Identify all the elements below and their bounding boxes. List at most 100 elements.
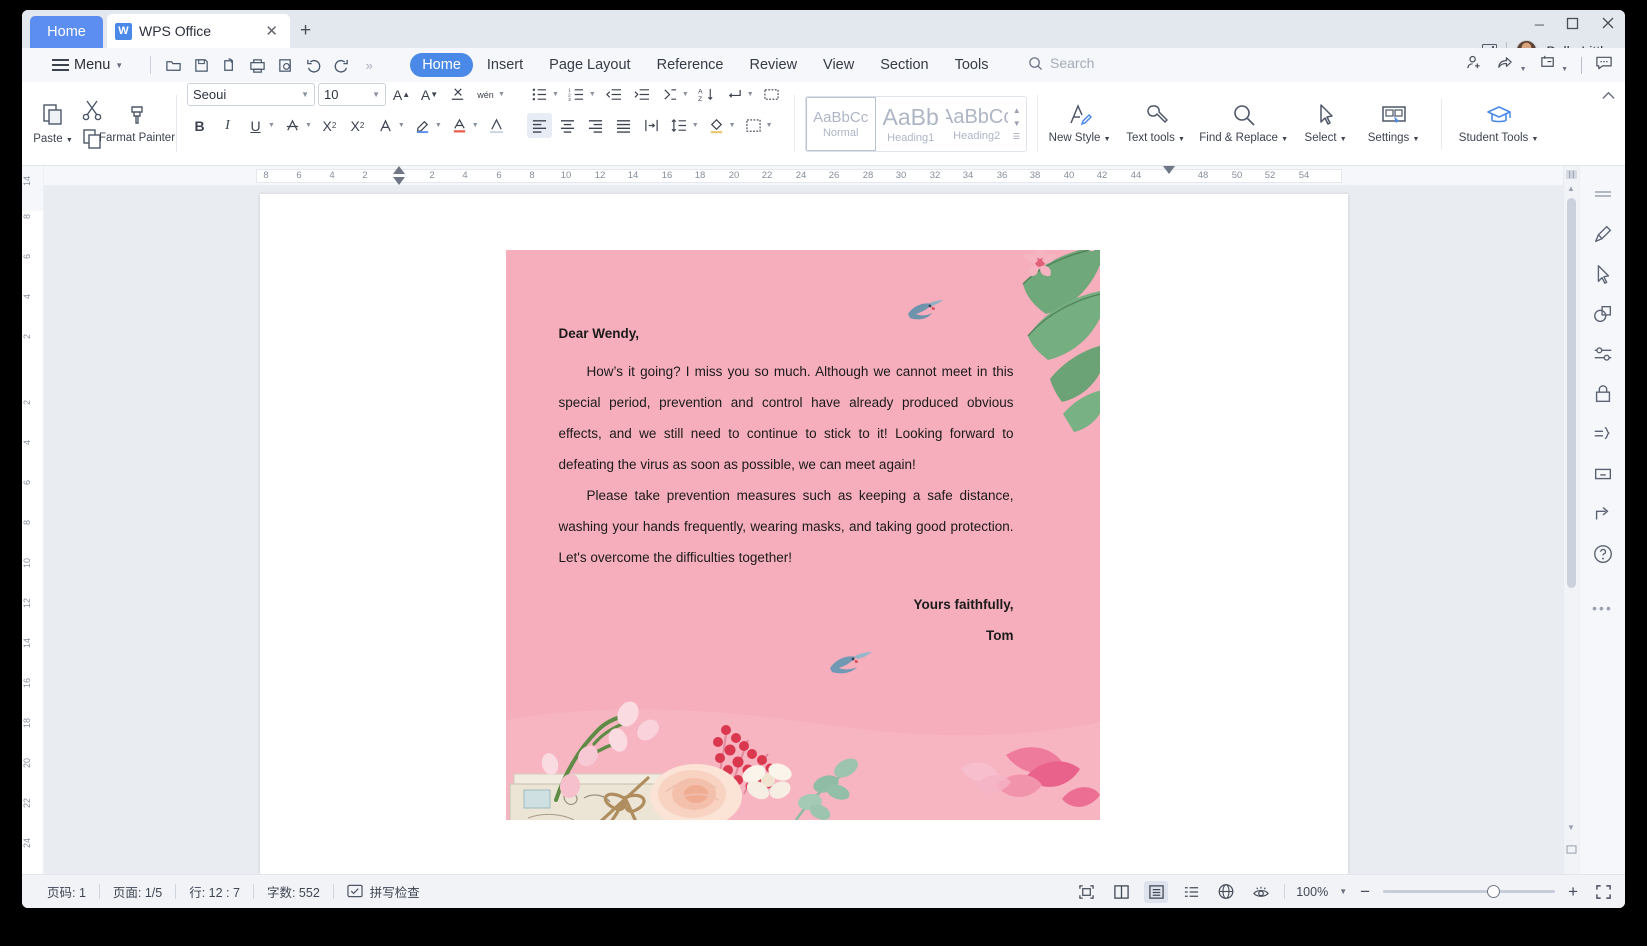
open-icon[interactable] [160,53,186,77]
tab-review[interactable]: Review [738,53,810,77]
sort-icon[interactable]: AZ [694,82,719,107]
tab-home[interactable]: Home [410,53,473,77]
new-style-button[interactable]: New Style ▼ [1049,101,1111,145]
search-box[interactable]: Search [1028,55,1094,71]
undo-icon[interactable] [300,53,326,77]
status-page-number[interactable]: 页码: 1 [34,882,99,901]
full-screen-icon[interactable] [1074,881,1098,903]
zoom-out-button[interactable]: − [1358,882,1372,902]
first-line-indent-marker[interactable] [393,166,405,174]
increase-font-size-icon[interactable]: A ▲ [389,82,414,107]
status-page-count[interactable]: 页面: 1/5 [100,882,175,901]
paste-button[interactable]: Paste ▼ [29,100,77,146]
shapes-icon[interactable] [1586,294,1620,334]
zoom-in-button[interactable]: + [1566,882,1580,902]
comment-icon[interactable] [1595,55,1613,76]
zoom-level-label[interactable]: 100% [1296,885,1328,899]
strikethrough-button[interactable] [280,113,305,138]
document-tab[interactable]: W WPS Office ✕ [107,14,290,48]
horizontal-ruler[interactable]: 8 6 4 2 2 4 6 8 10 12 14 16 18 20 22 24 … [44,166,1563,186]
increase-indent-icon[interactable] [629,82,654,107]
align-center-button[interactable] [555,113,580,138]
shading-button[interactable] [704,113,729,138]
tab-section[interactable]: Section [868,53,940,77]
collapse-ribbon-icon[interactable] [1600,90,1617,106]
status-spell-check[interactable]: 拼写检查 [334,882,433,901]
more-dots-icon[interactable]: ••• [1586,588,1620,628]
text-effects-button[interactable] [373,113,398,138]
cut-icon[interactable] [79,97,105,123]
new-tab-button[interactable]: + [290,20,321,48]
document-canvas[interactable]: Dear Wendy, How’s it going? I miss you s… [44,186,1563,874]
more-quick-icon[interactable]: » [356,53,382,77]
add-user-icon[interactable] [1466,54,1483,76]
italic-button[interactable]: I [215,113,240,138]
home-tab-button[interactable]: Home [30,16,103,48]
numbered-list-icon[interactable]: 123 [564,82,589,107]
share-arrow-icon[interactable] [1586,494,1620,534]
zoom-slider[interactable] [1383,885,1556,898]
menu-button[interactable]: Menu ▼ [52,57,123,73]
align-left-button[interactable] [526,113,552,138]
zoom-slider-knob[interactable] [1487,885,1501,898]
vertical-ruler[interactable]: 14 8 6 4 2 2 4 6 8 10 12 14 16 18 20 22 … [22,166,44,888]
expand-styles-icon[interactable]: ☰ [1013,132,1021,141]
scroll-page-icon[interactable] [1566,845,1577,856]
font-family-select[interactable]: Seoui ▼ [187,83,315,106]
style-normal[interactable]: AaBbCc Normal [805,96,876,151]
table-grid-icon[interactable] [759,82,784,107]
align-justify-button[interactable] [611,113,636,138]
letter-text[interactable]: Dear Wendy, How’s it going? I miss you s… [559,326,1014,651]
tab-reference[interactable]: Reference [645,53,736,77]
decrease-font-size-icon[interactable]: A ▼ [417,82,442,107]
minimize-icon[interactable]: ─ [1535,17,1544,32]
tab-tools[interactable]: Tools [943,53,1001,77]
close-tab-icon[interactable]: ✕ [261,22,282,41]
brace-icon[interactable] [1586,414,1620,454]
underline-button[interactable]: U [243,113,268,138]
save-as-icon[interactable] [216,53,242,77]
font-color-button[interactable] [447,113,472,138]
line-spacing-button[interactable] [667,113,692,138]
style-heading2[interactable]: AaBbCc Heading2 [946,97,1008,151]
style-heading1[interactable]: AaBb Heading1 [876,97,946,151]
document-scrollbar[interactable]: ▲ ▼ [1563,166,1579,874]
outline-icon[interactable] [1179,881,1203,903]
clear-format-icon[interactable] [445,82,470,107]
styles-gallery[interactable]: AaBbCc Normal AaBb Heading1 AaBbCc Headi… [804,95,1027,152]
page-layout-icon[interactable] [1144,880,1169,903]
align-right-button[interactable] [583,113,608,138]
document-page[interactable]: Dear Wendy, How’s it going? I miss you s… [259,194,1348,874]
superscript-button[interactable]: X2 [317,113,342,138]
format-painter-button[interactable]: Farmat Painter [99,101,175,145]
borders-button[interactable] [741,113,766,138]
two-page-icon[interactable] [1109,881,1133,903]
distribute-button[interactable] [639,113,664,138]
scroll-split-icon[interactable] [1566,170,1577,181]
pinyin-guide-icon[interactable]: wén [473,82,498,107]
tab-view[interactable]: View [811,53,866,77]
web-layout-icon[interactable] [1214,881,1238,903]
font-size-select[interactable]: 10 ▼ [318,83,386,106]
decrease-indent-icon[interactable] [601,82,626,107]
scroll-down-arrow[interactable]: ▼ [1567,823,1575,832]
help-icon[interactable] [1586,534,1620,574]
zoom-chevron-down-icon[interactable]: ▼ [1339,887,1347,896]
lock-icon[interactable] [1586,374,1620,414]
fit-screen-icon[interactable] [1591,881,1615,903]
scroll-up-arrow[interactable]: ▲ [1567,184,1575,193]
tab-insert[interactable]: Insert [475,53,535,77]
scroll-up-icon[interactable]: ▲ [1013,106,1021,115]
bullet-list-icon[interactable] [527,82,552,107]
select-button[interactable]: Select ▼ [1301,101,1351,145]
cursor-select-icon[interactable] [1586,254,1620,294]
find-replace-button[interactable]: Find & Replace ▼ [1199,101,1288,145]
sliders-icon[interactable] [1586,334,1620,374]
text-box-icon[interactable] [1586,454,1620,494]
styles-scroll[interactable]: ▲ ▼ ☰ [1008,106,1026,141]
bold-button[interactable]: B [187,113,212,138]
print-icon[interactable] [244,53,270,77]
tab-page-layout[interactable]: Page Layout [537,53,642,77]
status-line-column[interactable]: 行: 12 : 7 [176,882,253,901]
redo-icon[interactable] [328,53,354,77]
